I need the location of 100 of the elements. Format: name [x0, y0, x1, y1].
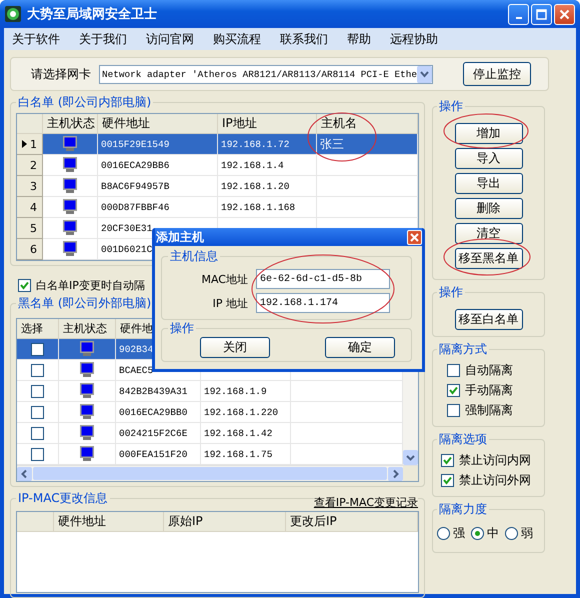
menu-item[interactable]: 远程协助: [390, 30, 438, 48]
action-button[interactable]: 导出: [454, 173, 522, 194]
table-cell: 张三: [320, 136, 344, 152]
group-title: IP-MAC更改信息: [17, 490, 109, 507]
group-title: 隔离力度: [438, 501, 488, 518]
maximize-icon: [536, 8, 547, 20]
checkbox-label: 禁止访问内网: [459, 452, 531, 468]
group-title: 操作: [438, 284, 464, 301]
table-cell: 0015F29E1549: [98, 134, 218, 155]
group-title: 操作: [438, 98, 464, 115]
row-number: 4: [30, 200, 37, 214]
horizontal-scrollbar[interactable]: [17, 465, 418, 481]
table-row[interactable]: 2 0016ECA29BB6 192.168.1.4: [17, 155, 418, 176]
monitor-icon: [79, 362, 95, 378]
scrollbar-corner: [403, 466, 418, 481]
monitor-icon: [79, 341, 95, 357]
history-link[interactable]: 查看IP-MAC变更记录: [314, 495, 418, 510]
row-number: 6: [30, 242, 37, 256]
checkbox[interactable]: [447, 364, 460, 376]
checkbox[interactable]: [31, 364, 44, 376]
checkbox[interactable]: [31, 448, 44, 460]
menu-item[interactable]: 关于我们: [79, 30, 127, 48]
monitor-icon: [62, 157, 78, 173]
checkbox-label: 强制隔离: [465, 402, 513, 418]
chevron-left-icon[interactable]: [17, 466, 32, 480]
radio-button[interactable]: [505, 526, 518, 540]
close-icon: [559, 8, 570, 20]
table-cell: 192.168.1.20: [221, 180, 290, 192]
table-cell: 0016ECA29BB6: [98, 155, 218, 176]
table-cell: 192.168.1.75: [204, 448, 272, 460]
window-title: 大势至局域网安全卫士: [27, 6, 158, 23]
radio-label: 强: [453, 524, 465, 542]
menu-item[interactable]: 购买流程: [213, 30, 261, 48]
checkbox[interactable]: [31, 384, 44, 398]
table-cell: 0024215F2C6E: [116, 423, 201, 444]
menu-item[interactable]: 联系我们: [280, 30, 328, 48]
close-button[interactable]: [407, 230, 422, 244]
table-row[interactable]: 842B2B439A31 192.168.1.9: [17, 381, 403, 402]
checkbox[interactable]: [18, 278, 31, 292]
header-corner-cell: [17, 512, 54, 532]
checkbox[interactable]: [447, 384, 460, 396]
column-header[interactable]: 硬件地址: [54, 512, 164, 532]
row-number: 5: [30, 222, 37, 234]
chevron-right-icon[interactable]: [388, 466, 403, 480]
dialog-button[interactable]: 确定: [325, 337, 395, 358]
table-cell: 000D87FBBF46: [98, 197, 218, 218]
adapter-label: 请选择网卡: [31, 66, 91, 82]
action-button[interactable]: 移至黑名单: [454, 248, 522, 269]
chevron-down-icon[interactable]: [403, 450, 418, 465]
adapter-dropdown[interactable]: Network adapter 'Atheros AR8121/AR8113/AR8114 PCI-E Ethe: [99, 64, 433, 84]
radio-button[interactable]: [437, 526, 450, 540]
group-title: 操作: [169, 320, 195, 337]
menu-item[interactable]: 关于软件: [12, 30, 60, 48]
maximize-button[interactable]: [531, 4, 552, 24]
checkbox[interactable]: [447, 404, 460, 416]
close-button[interactable]: [554, 4, 575, 24]
checkbox-label: 禁止访问外网: [459, 472, 531, 488]
column-header[interactable]: 原始IP: [164, 512, 286, 532]
monitor-icon: [79, 404, 95, 420]
table-cell: 192.168.1.220: [204, 406, 278, 418]
minimize-button[interactable]: [508, 4, 529, 24]
annotation-ellipse: [308, 112, 376, 162]
radio-button[interactable]: [471, 526, 484, 540]
menu-item[interactable]: 帮助: [347, 30, 371, 48]
row-number: 3: [30, 180, 37, 192]
group-title: 白名单 (即公司内部电脑): [17, 94, 152, 111]
table-row[interactable]: 3 B8AC6F94957B 192.168.1.20: [17, 176, 418, 197]
close-icon: [410, 232, 419, 242]
monitor-icon: [79, 446, 95, 462]
checkbox[interactable]: [31, 426, 44, 440]
action-button[interactable]: 导入: [454, 148, 522, 169]
checkbox[interactable]: [31, 342, 44, 356]
action-button[interactable]: 移至白名单: [454, 309, 522, 330]
input-field[interactable]: 192.168.1.174: [256, 293, 390, 313]
action-button[interactable]: 清空: [454, 223, 522, 244]
checkbox[interactable]: [31, 406, 44, 418]
monitor-icon: [62, 241, 78, 257]
menu-item[interactable]: 访问官网: [146, 30, 194, 48]
input-field[interactable]: 6e-62-6d-c1-d5-8b: [256, 269, 390, 289]
dialog-button[interactable]: 关闭: [200, 337, 270, 358]
checkbox[interactable]: [441, 474, 454, 486]
action-button[interactable]: 删除: [454, 198, 522, 219]
table-cell: B8AC6F94957B: [98, 176, 218, 197]
scrollbar-thumb[interactable]: [33, 467, 387, 480]
row-pointer-icon: [22, 140, 27, 148]
checkbox-label: 白名单IP变更时自动隔: [36, 278, 145, 292]
table-cell: 192.168.1.168: [221, 202, 296, 212]
checkbox[interactable]: [441, 454, 454, 466]
stop-monitor-button[interactable]: 停止监控: [463, 62, 531, 86]
table-row[interactable]: 0024215F2C6E 192.168.1.42: [17, 423, 403, 444]
row-number: 1: [30, 138, 37, 150]
field-label: IP 地址: [212, 296, 249, 310]
table-row[interactable]: 0016ECA29BB0 192.168.1.220: [17, 402, 403, 423]
table-row[interactable]: 4 000D87FBBF46 192.168.1.168: [17, 197, 418, 218]
monitor-icon: [62, 199, 78, 215]
group-title: 隔离选项: [438, 431, 488, 448]
column-header[interactable]: 更改后IP: [286, 512, 418, 532]
action-button[interactable]: 增加: [454, 123, 522, 144]
table-row[interactable]: 1 0015F29E1549 192.168.1.72 张三: [17, 134, 418, 155]
table-cell: 192.168.1.9: [204, 386, 267, 396]
